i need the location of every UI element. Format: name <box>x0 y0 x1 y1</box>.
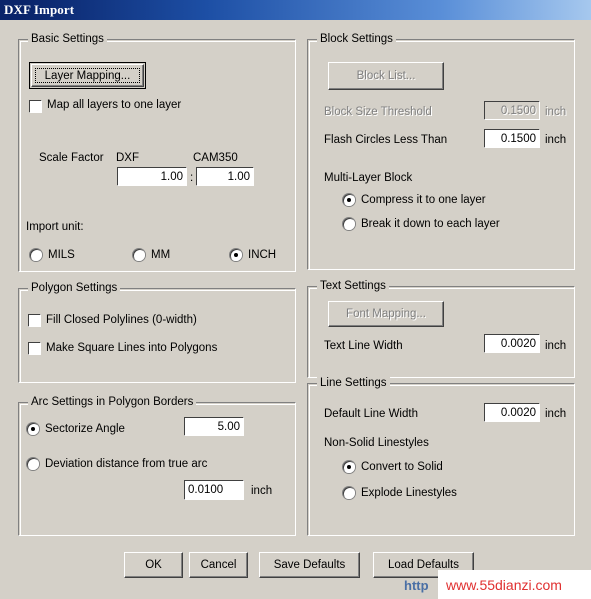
scale-factor-label: Scale Factor <box>39 152 104 164</box>
default-line-width-unit: inch <box>545 408 567 420</box>
flash-circles-input[interactable]: 0.1500 <box>484 129 540 148</box>
group-text-settings-title: Text Settings <box>317 280 389 292</box>
group-line-settings-title: Line Settings <box>317 377 390 389</box>
block-list-button-label: Block List... <box>356 70 416 82</box>
multi-layer-compress-label: Compress it to one layer <box>361 194 486 206</box>
default-line-width-label: Default Line Width <box>324 408 418 420</box>
save-defaults-button-label: Save Defaults <box>273 559 346 571</box>
dialog-client-area: Basic Settings Layer Mapping... Map all … <box>0 20 591 599</box>
cancel-button-label: Cancel <box>200 559 237 571</box>
cam350-label: CAM350 <box>193 152 238 164</box>
save-defaults-button[interactable]: Save Defaults <box>259 552 360 578</box>
import-unit-mm-label: MM <box>151 249 171 261</box>
default-line-width-value: 0.0020 <box>500 406 536 419</box>
dxf-scale-value: 1.00 <box>160 170 183 183</box>
fill-closed-polylines-label: Fill Closed Polylines (0-width) <box>46 314 197 326</box>
deviation-distance-unit: inch <box>251 485 273 497</box>
sectorize-angle-input[interactable]: 5.00 <box>184 417 244 436</box>
ok-button-label: OK <box>145 559 162 571</box>
default-line-width-input[interactable]: 0.0020 <box>484 403 540 422</box>
text-line-width-input[interactable]: 0.0020 <box>484 334 540 353</box>
text-line-width-unit: inch <box>545 340 567 352</box>
flash-circles-unit: inch <box>545 134 567 146</box>
explode-linestyles-radio[interactable] <box>343 487 355 499</box>
map-all-layers-checkbox[interactable] <box>29 100 42 113</box>
block-size-threshold-input[interactable]: 0.1500 <box>484 101 540 120</box>
font-mapping-button-label: Font Mapping... <box>346 308 426 320</box>
layer-mapping-button-label: Layer Mapping... <box>44 69 131 82</box>
window-title: DXF Import <box>4 2 75 17</box>
cam350-scale-input[interactable]: 1.00 <box>196 167 254 186</box>
layer-mapping-button[interactable]: Layer Mapping... <box>31 64 144 87</box>
sectorize-angle-value: 5.00 <box>217 420 240 433</box>
group-text-settings: Text Settings <box>307 280 575 378</box>
group-polygon-settings: Polygon Settings <box>18 282 296 383</box>
deviation-distance-label: Deviation distance from true arc <box>45 458 208 470</box>
cancel-button[interactable]: Cancel <box>189 552 248 578</box>
ok-button[interactable]: OK <box>124 552 183 578</box>
multi-layer-break-radio[interactable] <box>343 218 355 230</box>
non-solid-linestyles-label: Non-Solid Linestyles <box>324 437 429 449</box>
make-square-lines-label: Make Square Lines into Polygons <box>46 342 218 354</box>
import-unit-mils-label: MILS <box>48 249 75 261</box>
block-size-threshold-value: 0.1500 <box>500 104 536 117</box>
import-unit-inch-radio[interactable] <box>230 249 242 261</box>
sectorize-angle-radio[interactable] <box>27 423 39 435</box>
sectorize-angle-label: Sectorize Angle <box>45 423 125 435</box>
ratio-separator: : <box>190 172 194 184</box>
multi-layer-block-label: Multi-Layer Block <box>324 172 413 184</box>
import-unit-mils-radio[interactable] <box>30 249 42 261</box>
deviation-distance-input[interactable]: 0.0100 <box>184 480 244 500</box>
text-line-width-label: Text Line Width <box>324 340 403 352</box>
explode-linestyles-label: Explode Linestyles <box>361 487 457 499</box>
make-square-lines-checkbox[interactable] <box>28 342 41 355</box>
multi-layer-break-label: Break it down to each layer <box>361 218 500 230</box>
map-all-layers-label: Map all layers to one layer <box>47 99 182 111</box>
flash-circles-value: 0.1500 <box>500 132 536 145</box>
block-size-threshold-label: Block Size Threshold <box>324 106 432 118</box>
multi-layer-compress-radio[interactable] <box>343 194 355 206</box>
load-defaults-button[interactable]: Load Defaults <box>373 552 474 578</box>
group-block-settings-title: Block Settings <box>317 33 396 45</box>
fill-closed-polylines-checkbox[interactable] <box>28 314 41 327</box>
block-size-threshold-unit: inch <box>545 106 567 118</box>
dxf-label: DXF <box>116 152 139 164</box>
convert-to-solid-radio[interactable] <box>343 461 355 473</box>
import-unit-inch-label: INCH <box>248 249 277 261</box>
group-polygon-settings-title: Polygon Settings <box>28 282 121 294</box>
deviation-distance-value: 0.0100 <box>188 484 224 496</box>
font-mapping-button[interactable]: Font Mapping... <box>328 301 444 327</box>
group-arc-settings-title: Arc Settings in Polygon Borders <box>28 396 197 408</box>
title-bar: DXF Import <box>0 0 591 20</box>
group-basic-settings-title: Basic Settings <box>28 33 107 45</box>
convert-to-solid-label: Convert to Solid <box>361 461 443 473</box>
text-line-width-value: 0.0020 <box>500 337 536 350</box>
flash-circles-label: Flash Circles Less Than <box>324 134 448 146</box>
deviation-distance-radio[interactable] <box>27 458 39 470</box>
import-unit-label: Import unit: <box>26 221 84 233</box>
dxf-scale-input[interactable]: 1.00 <box>117 167 187 186</box>
block-list-button[interactable]: Block List... <box>328 62 444 90</box>
import-unit-mm-radio[interactable] <box>133 249 145 261</box>
cam350-scale-value: 1.00 <box>227 170 250 183</box>
load-defaults-button-label: Load Defaults <box>388 559 459 571</box>
